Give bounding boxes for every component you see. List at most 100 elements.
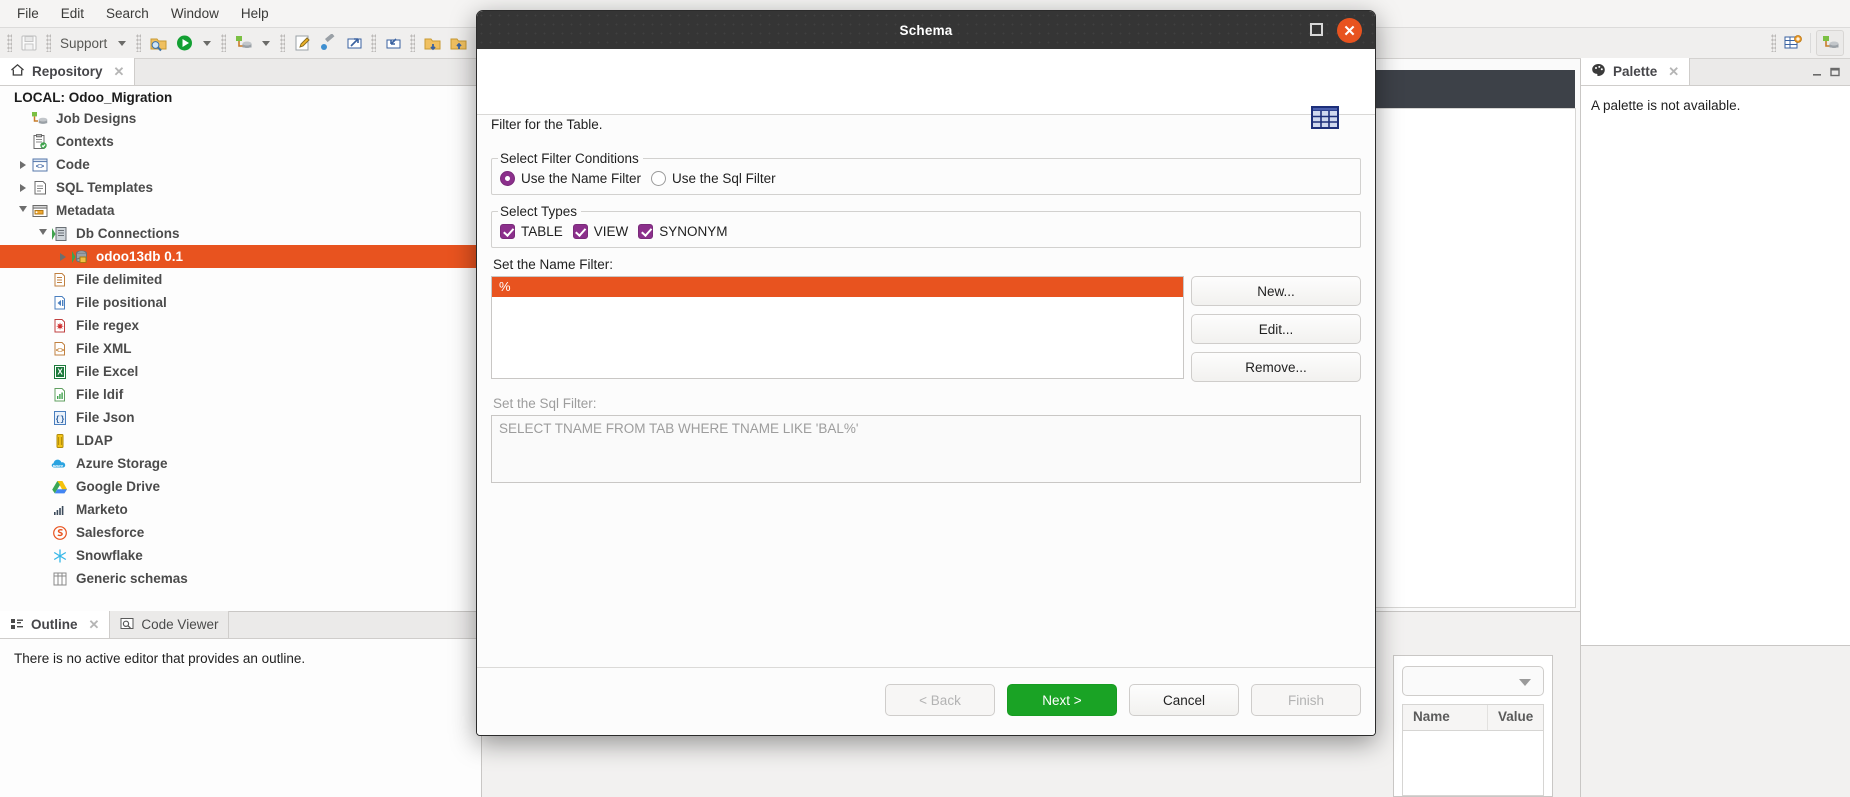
marketo-icon: [50, 501, 70, 518]
toolbar-grip-2[interactable]: [46, 34, 51, 52]
toolbar-grip[interactable]: [7, 34, 12, 52]
tree-item-file-regex[interactable]: ✷ File regex: [0, 314, 481, 337]
tab-outline-label: Outline: [31, 617, 78, 632]
sql-filter-textarea[interactable]: SELECT TNAME FROM TAB WHERE TNAME LIKE '…: [491, 415, 1361, 483]
snowflake-icon: [50, 547, 70, 564]
column-header-value[interactable]: Value: [1488, 705, 1533, 730]
tree-item-file-json[interactable]: {} File Json: [0, 406, 481, 429]
toolbar-grip-3[interactable]: [136, 34, 142, 52]
new-table-icon[interactable]: [1781, 31, 1805, 55]
back-button[interactable]: < Back: [885, 684, 995, 716]
wrench-icon[interactable]: [316, 31, 340, 55]
tree-item-file-xml[interactable]: <> File XML: [0, 337, 481, 360]
tree-item-azure-storage[interactable]: azure Azure Storage: [0, 452, 481, 475]
tree-item-label: Metadata: [56, 203, 115, 218]
tab-repository[interactable]: Repository ✕: [0, 58, 136, 85]
tree-item-job-designs[interactable]: Job Designs: [0, 107, 481, 130]
export-icon[interactable]: [342, 31, 366, 55]
outline-tab-close-icon[interactable]: ✕: [89, 617, 100, 633]
name-filter-list[interactable]: %: [491, 276, 1184, 379]
tree-item-code[interactable]: <> Code: [0, 153, 481, 176]
close-icon[interactable]: ✕: [1337, 18, 1362, 43]
job-perspective-icon[interactable]: [1816, 30, 1844, 56]
menu-item-search[interactable]: Search: [95, 3, 160, 24]
tree-item-marketo[interactable]: Marketo: [0, 498, 481, 521]
toolbar-grip-5[interactable]: [280, 34, 286, 52]
checkbox-table[interactable]: TABLE: [500, 224, 563, 239]
toolbar-grip-6[interactable]: [371, 34, 377, 52]
save-icon[interactable]: [17, 31, 41, 55]
name-filter-list-item[interactable]: %: [492, 277, 1183, 297]
tree-item-file-ldif[interactable]: File ldif: [0, 383, 481, 406]
tree-item-label: File Excel: [76, 364, 139, 379]
run-chevron-down-icon[interactable]: [203, 40, 212, 46]
tree-item-generic-schemas[interactable]: Generic schemas: [0, 567, 481, 590]
tree-item-file-excel[interactable]: X File Excel: [0, 360, 481, 383]
dialog-titlebar[interactable]: Schema ✕: [477, 11, 1375, 49]
outline-icon: [10, 617, 24, 633]
palette-minimize-icon[interactable]: [1812, 65, 1822, 76]
palette-maximize-icon[interactable]: [1830, 65, 1840, 77]
menu-item-file[interactable]: File: [6, 3, 50, 24]
tree-item-db-connections[interactable]: Db Connections: [0, 222, 481, 245]
job-chevron-down-icon[interactable]: [262, 40, 271, 46]
tree-item-file-positional[interactable]: File positional: [0, 291, 481, 314]
tab-palette[interactable]: Palette ✕: [1581, 58, 1691, 85]
tree-item-file-delimited[interactable]: File delimited: [0, 268, 481, 291]
twisty-open-icon[interactable]: [16, 204, 30, 218]
properties-combo-select[interactable]: [1402, 666, 1544, 696]
next-button[interactable]: Next >: [1007, 684, 1117, 716]
support-menu-label[interactable]: Support: [56, 36, 111, 51]
tab-code-viewer[interactable]: Code Viewer: [110, 611, 230, 638]
tree-item-snowflake[interactable]: Snowflake: [0, 544, 481, 567]
folder-import-icon[interactable]: [446, 31, 470, 55]
tree-item-metadata[interactable]: Metadata: [0, 199, 481, 222]
menu-item-edit[interactable]: Edit: [50, 3, 95, 24]
metadata-icon: [30, 202, 50, 219]
menu-item-window[interactable]: Window: [160, 3, 230, 24]
column-header-name[interactable]: Name: [1403, 705, 1488, 730]
tree-item-ldap[interactable]: LDAP: [0, 429, 481, 452]
tree-item-label: File XML: [76, 341, 132, 356]
twisty-closed-icon[interactable]: [16, 181, 30, 195]
palette-icon: [1591, 63, 1606, 80]
radio-use-sql-filter[interactable]: Use the Sql Filter: [651, 171, 776, 186]
twisty-closed-icon[interactable]: [56, 250, 70, 264]
name-filter-label: Set the Name Filter:: [493, 257, 614, 272]
sql-filter-label: Set the Sql Filter:: [493, 396, 597, 411]
radio-use-name-filter[interactable]: Use the Name Filter: [500, 171, 641, 186]
toolbar-grip-right[interactable]: [1771, 34, 1776, 52]
folder-export-icon[interactable]: [420, 31, 444, 55]
tree-item-salesforce[interactable]: Salesforce: [0, 521, 481, 544]
tree-item-google-drive[interactable]: Google Drive: [0, 475, 481, 498]
run-icon[interactable]: [172, 31, 196, 55]
edit-button[interactable]: Edit...: [1191, 314, 1361, 344]
file-ldif-icon: [50, 386, 70, 403]
tab-close-icon[interactable]: ✕: [114, 64, 125, 80]
tree-item-sql-templates[interactable]: SQL Templates: [0, 176, 481, 199]
toolbar-grip-4[interactable]: [221, 34, 227, 52]
palette-tab-close-icon[interactable]: ✕: [1668, 64, 1679, 80]
twisty-closed-icon[interactable]: [16, 158, 30, 172]
checkbox-synonym[interactable]: SYNONYM: [638, 224, 728, 239]
dialog-title: Schema: [899, 22, 953, 38]
twisty-open-icon[interactable]: [36, 227, 50, 241]
tree-item-contexts[interactable]: Contexts: [0, 130, 481, 153]
maximize-icon[interactable]: [1310, 23, 1323, 36]
tree-item-odoo13db-0-1[interactable]: odoo13db 0.1: [0, 245, 481, 268]
job-designs-icon[interactable]: [231, 31, 255, 55]
import-icon[interactable]: [381, 31, 405, 55]
search-job-icon[interactable]: [146, 31, 170, 55]
cancel-button[interactable]: Cancel: [1129, 684, 1239, 716]
chevron-down-icon[interactable]: [118, 40, 127, 46]
new-button[interactable]: New...: [1191, 276, 1361, 306]
tab-outline[interactable]: Outline ✕: [0, 611, 111, 638]
edit-icon[interactable]: [290, 31, 314, 55]
remove-button[interactable]: Remove...: [1191, 352, 1361, 382]
checkbox-view[interactable]: VIEW: [572, 224, 628, 239]
menu-item-help[interactable]: Help: [230, 3, 280, 24]
toolbar-grip-7[interactable]: [410, 34, 416, 52]
radio-name-filter-label: Use the Name Filter: [521, 171, 642, 186]
finish-button[interactable]: Finish: [1251, 684, 1361, 716]
